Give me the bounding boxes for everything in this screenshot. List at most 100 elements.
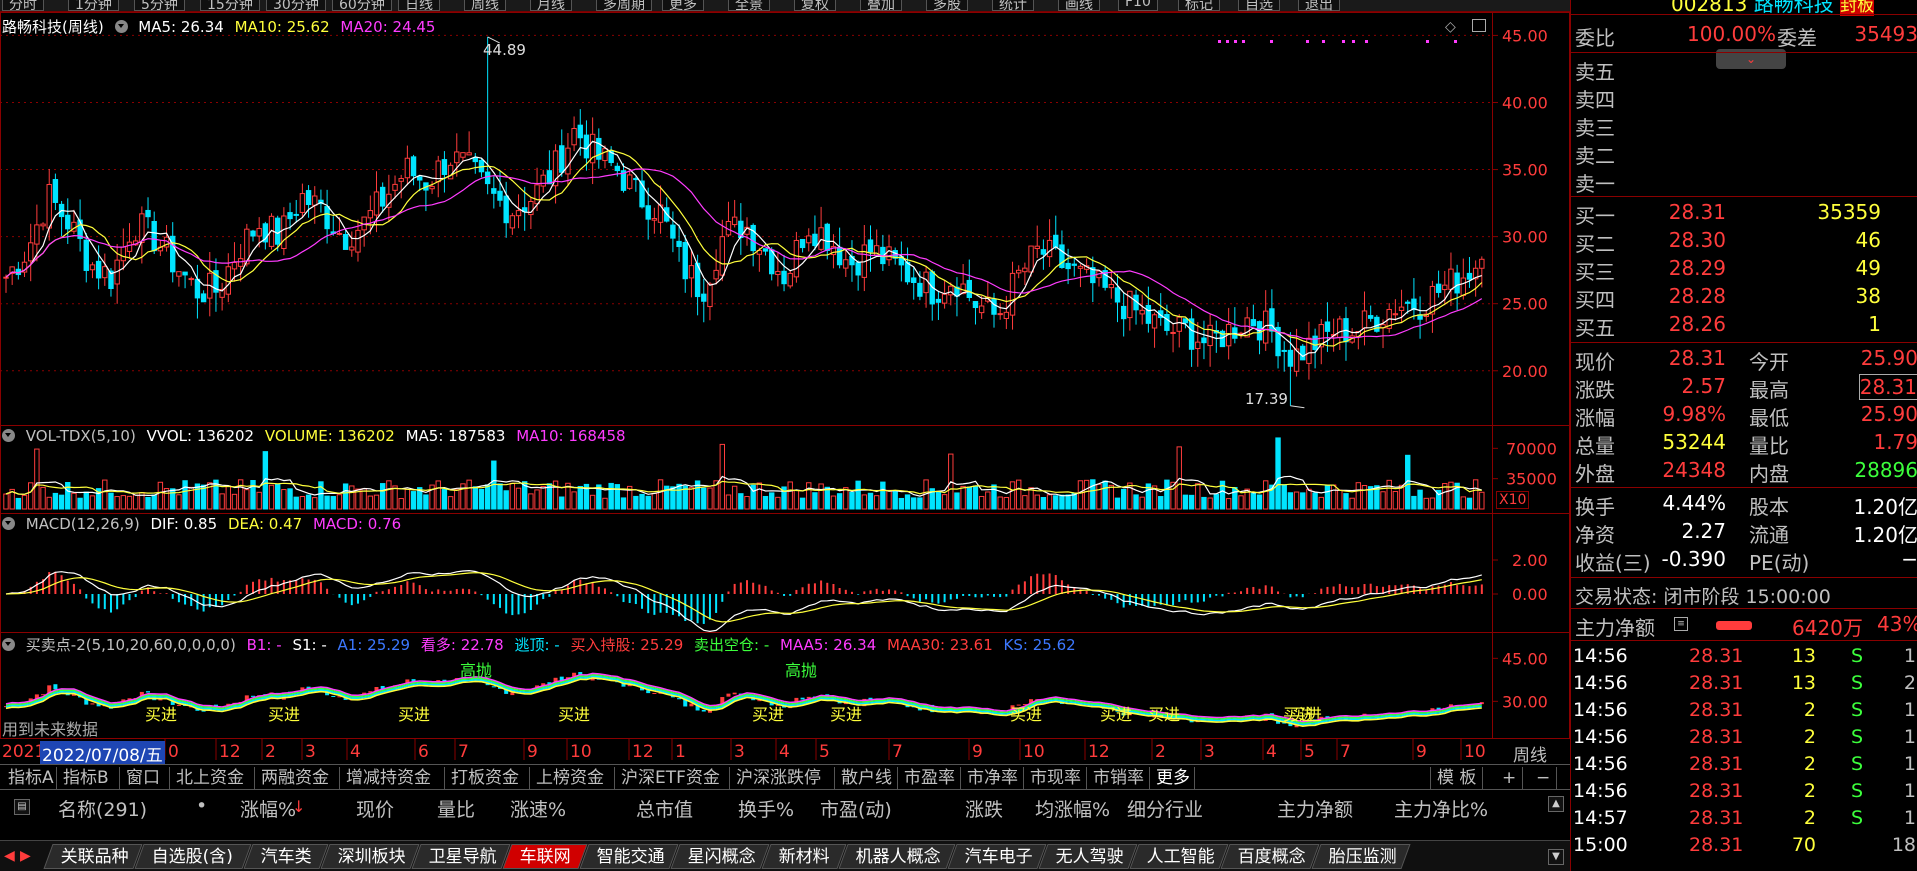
indicator-tab[interactable]: 市净率 bbox=[961, 767, 1024, 789]
candle-body bbox=[336, 232, 343, 235]
top-menu-item[interactable]: 周线 bbox=[464, 0, 506, 11]
column-header[interactable]: 涨速% bbox=[510, 795, 566, 822]
top-menu-item[interactable]: 统计 bbox=[992, 0, 1034, 11]
top-menu-item[interactable]: 月线 bbox=[530, 0, 572, 11]
buy-level-row[interactable]: 买三 28.29 49 bbox=[1571, 256, 1917, 284]
indicator-tab[interactable]: 指标B bbox=[57, 767, 120, 789]
column-header[interactable]: 细分行业 bbox=[1127, 795, 1203, 822]
dropdown-icon[interactable] bbox=[114, 20, 128, 33]
chart-area[interactable]: 45.00 40.00 35.00 30.00 25.00 20.00 70000 35000… bbox=[0, 0, 1570, 770]
top-menu-item[interactable]: 多股 bbox=[926, 0, 968, 11]
x-tick-label: 6 bbox=[418, 742, 429, 762]
sell-level-row: 卖三 bbox=[1571, 112, 1917, 140]
indicator-tab[interactable]: 指标A bbox=[2, 767, 57, 789]
sector-tab[interactable]: 汽车类 bbox=[243, 844, 329, 869]
dropdown-icon[interactable] bbox=[2, 638, 15, 651]
indicator-tab[interactable]: 增减持资金 bbox=[340, 767, 445, 789]
column-header[interactable]: 主力净额 bbox=[1277, 795, 1353, 822]
top-menu-item[interactable]: 叠加 bbox=[860, 0, 902, 11]
top-menu-item[interactable]: 日线 bbox=[398, 0, 440, 11]
sector-tab[interactable]: 机器人概念 bbox=[838, 844, 956, 869]
column-header[interactable]: 总市值 bbox=[636, 795, 693, 822]
top-menu-item[interactable]: 标记 bbox=[1178, 0, 1220, 11]
top-menu-item[interactable]: 全景 bbox=[728, 0, 770, 11]
top-menu-item[interactable]: 退出 bbox=[1298, 0, 1340, 11]
tab-scroll-right[interactable]: ▶ bbox=[20, 848, 31, 864]
buy-signal-label: 买进 bbox=[268, 705, 300, 724]
sell-level-label: 卖四 bbox=[1575, 88, 1615, 112]
top-menu-item[interactable]: 分时 bbox=[2, 0, 44, 11]
sector-tab[interactable]: 人工智能 bbox=[1129, 844, 1229, 869]
column-header[interactable]: • bbox=[196, 795, 207, 817]
indicator-tab[interactable]: 市盈率 bbox=[898, 767, 961, 789]
top-menu-item[interactable]: 更多 bbox=[662, 0, 704, 11]
sector-tab[interactable]: 新材料 bbox=[761, 844, 847, 869]
sector-tab[interactable]: 星闪概念 bbox=[670, 844, 770, 869]
top-menu-item[interactable]: 15分钟 bbox=[200, 0, 260, 11]
top-menu-item[interactable]: 多周期 bbox=[596, 0, 652, 11]
column-header[interactable]: 现价 bbox=[356, 795, 394, 822]
zoom-in-button[interactable]: + bbox=[1496, 767, 1524, 789]
sector-tab[interactable]: 自选股(含) bbox=[134, 844, 252, 869]
column-header[interactable]: 量比 bbox=[437, 795, 475, 822]
column-header[interactable]: 涨跌 bbox=[965, 795, 1003, 822]
diamond-icon[interactable]: ◇ bbox=[1445, 19, 1456, 35]
sector-tab[interactable]: 汽车电子 bbox=[947, 844, 1047, 869]
buy-level-volume: 38 bbox=[1855, 284, 1881, 308]
scroll-up-button[interactable]: ▲ bbox=[1548, 796, 1564, 812]
column-header[interactable]: 市盈(动) bbox=[820, 795, 892, 822]
buy-level-row[interactable]: 买五 28.26 1 bbox=[1571, 312, 1917, 340]
sector-tab[interactable]: 关联品种 bbox=[43, 844, 143, 869]
indicator-tab[interactable]: 市现率 bbox=[1024, 767, 1087, 789]
column-header[interactable]: 均涨幅% bbox=[1035, 795, 1110, 822]
tick-volume: 2 bbox=[1803, 807, 1816, 829]
column-header[interactable]: 名称(291) bbox=[58, 795, 147, 822]
buy-level-row[interactable]: 买二 28.30 46 bbox=[1571, 228, 1917, 256]
top-menu-item[interactable]: F10 bbox=[1118, 0, 1158, 11]
indicator-tab[interactable]: 北上资金 bbox=[170, 767, 255, 789]
column-header[interactable]: 换手% bbox=[738, 795, 794, 822]
sector-tab[interactable]: 卫星导航 bbox=[411, 844, 511, 869]
indicator-tab[interactable]: 散户线 bbox=[835, 767, 898, 789]
dropdown-icon[interactable] bbox=[2, 429, 15, 442]
top-menu-item[interactable]: 复权 bbox=[794, 0, 836, 11]
indicator-tab[interactable]: 沪深涨跌停 bbox=[730, 767, 835, 789]
dif-line bbox=[5, 569, 1482, 633]
indicator-tab[interactable]: 两融资金 bbox=[255, 767, 340, 789]
sector-tab[interactable]: 胎压监测 bbox=[1311, 844, 1411, 869]
buy-level-row[interactable]: 买一 28.31 35359 bbox=[1571, 200, 1917, 228]
x-tick-label: 9 bbox=[527, 742, 538, 762]
quote-panel: 002813 路畅科技 封板 委比 100.00% 委差 35493 ⌄ 卖五卖… bbox=[1570, 0, 1917, 871]
sector-tab[interactable]: 无人驾驶 bbox=[1038, 844, 1138, 869]
top-menu-item[interactable]: 1分钟 bbox=[68, 0, 119, 11]
buy-level-row[interactable]: 买四 28.28 38 bbox=[1571, 284, 1917, 312]
top-menu-item[interactable]: 自选 bbox=[1238, 0, 1280, 11]
indicator-tab[interactable]: 窗口 bbox=[120, 767, 170, 789]
stat-label: 外盘 bbox=[1575, 462, 1615, 486]
zoom-out-button[interactable]: − bbox=[1530, 767, 1558, 789]
top-menu-item[interactable]: 5分钟 bbox=[134, 0, 185, 11]
sector-tab[interactable]: 百度概念 bbox=[1220, 844, 1320, 869]
scroll-down-button[interactable]: ▼ bbox=[1548, 849, 1564, 865]
top-menu-item[interactable]: 30分钟 bbox=[266, 0, 326, 11]
indicator-tab[interactable]: 沪深ETF资金 bbox=[615, 767, 730, 789]
menu-icon[interactable]: ≡ bbox=[1674, 617, 1688, 631]
template-button[interactable]: 模 板 bbox=[1430, 767, 1484, 789]
panel-toggle-icon[interactable] bbox=[1472, 19, 1486, 32]
sector-tab[interactable]: 车联网 bbox=[502, 844, 588, 869]
tab-scroll-left[interactable]: ◀ bbox=[4, 848, 15, 864]
top-menu-item[interactable]: 画线 bbox=[1058, 0, 1100, 11]
indicator-tab[interactable]: 市销率 bbox=[1087, 767, 1150, 789]
tick-row: 14:56 28.31 2 S 1 bbox=[1571, 699, 1917, 726]
indicator-tab[interactable]: 更多 bbox=[1150, 767, 1195, 789]
dropdown-icon[interactable] bbox=[2, 517, 15, 530]
sector-tab[interactable]: 深圳板块 bbox=[320, 844, 420, 869]
indicator-tab[interactable]: 打板资金 bbox=[445, 767, 530, 789]
indicator-tab[interactable]: 上榜资金 bbox=[530, 767, 615, 789]
column-header[interactable]: 主力净比% bbox=[1394, 795, 1488, 822]
column-header[interactable]: 涨幅% bbox=[240, 795, 296, 822]
volume-bar bbox=[244, 489, 250, 510]
sector-tab[interactable]: 智能交通 bbox=[579, 844, 679, 869]
top-menu-item[interactable]: 60分钟 bbox=[332, 0, 392, 11]
settings-icon[interactable]: ▤ bbox=[14, 799, 30, 815]
